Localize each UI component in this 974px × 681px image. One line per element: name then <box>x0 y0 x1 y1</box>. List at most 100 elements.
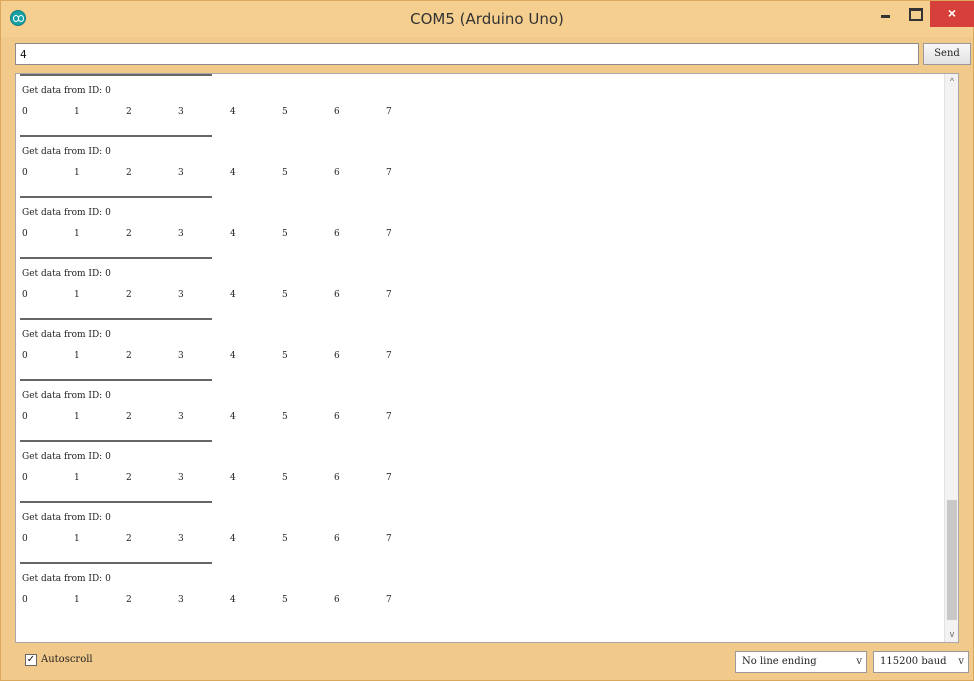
output-value: 7 <box>386 412 392 422</box>
output-header-line: Get data from ID: 0 <box>22 330 111 340</box>
output-value: 3 <box>178 534 184 544</box>
output-value: 1 <box>74 351 80 361</box>
output-block: Get data from ID: 0 0 1 2 3 4 5 6 7 <box>16 562 416 624</box>
output-value: 7 <box>386 107 392 117</box>
output-value: 5 <box>282 229 288 239</box>
scroll-down-icon[interactable]: v <box>947 629 957 639</box>
send-button[interactable]: Send <box>923 43 971 65</box>
output-values-line: 0 1 2 3 4 5 6 7 <box>22 534 438 544</box>
output-value: 1 <box>74 595 80 605</box>
output-value: 3 <box>178 351 184 361</box>
output-value: 1 <box>74 229 80 239</box>
output-block: Get data from ID: 0 0 1 2 3 4 5 6 7 <box>16 379 416 441</box>
output-value: 7 <box>386 229 392 239</box>
chevron-down-icon: v <box>958 656 964 667</box>
output-value: 4 <box>230 473 236 483</box>
output-value: 3 <box>178 595 184 605</box>
baud-rate-select[interactable]: 115200 baud v <box>873 651 969 673</box>
output-value: 1 <box>74 168 80 178</box>
output-value: 6 <box>334 351 340 361</box>
output-value: 0 <box>22 290 28 300</box>
serial-output-area[interactable]: Get data from ID: 0 0 1 2 3 4 5 6 7 Get data from… <box>15 73 959 643</box>
output-value: 7 <box>386 595 392 605</box>
output-value: 0 <box>22 229 28 239</box>
output-header-line: Get data from ID: 0 <box>22 208 111 218</box>
output-values-line: 0 1 2 3 4 5 6 7 <box>22 412 438 422</box>
output-value: 2 <box>126 473 132 483</box>
output-value: 0 <box>22 473 28 483</box>
send-input[interactable] <box>15 43 919 65</box>
serial-output-text: Get data from ID: 0 0 1 2 3 4 5 6 7 Get data from… <box>16 74 946 642</box>
output-values-line: 0 1 2 3 4 5 6 7 <box>22 595 438 605</box>
output-block: Get data from ID: 0 0 1 2 3 4 5 6 7 <box>16 196 416 258</box>
output-value: 6 <box>334 473 340 483</box>
output-value: 7 <box>386 290 392 300</box>
output-header-line: Get data from ID: 0 <box>22 452 111 462</box>
output-value: 5 <box>282 168 288 178</box>
output-value: 2 <box>126 229 132 239</box>
output-value: 4 <box>230 412 236 422</box>
output-value: 7 <box>386 534 392 544</box>
output-block: Get data from ID: 0 0 1 2 3 4 5 6 7 <box>16 135 416 197</box>
output-divider <box>20 74 212 76</box>
title-bar[interactable]: COM5 (Arduino Uno) × <box>1 1 974 37</box>
output-value: 5 <box>282 534 288 544</box>
output-value: 4 <box>230 229 236 239</box>
minimize-button[interactable] <box>872 2 900 26</box>
output-values-line: 0 1 2 3 4 5 6 7 <box>22 229 438 239</box>
output-divider <box>20 135 212 137</box>
output-divider <box>20 440 212 442</box>
output-value: 3 <box>178 168 184 178</box>
output-value: 6 <box>334 168 340 178</box>
output-value: 0 <box>22 168 28 178</box>
line-ending-value: No line ending <box>742 656 817 667</box>
output-value: 6 <box>334 107 340 117</box>
output-value: 7 <box>386 168 392 178</box>
output-value: 0 <box>22 595 28 605</box>
output-value: 2 <box>126 412 132 422</box>
output-value: 1 <box>74 290 80 300</box>
output-value: 2 <box>126 534 132 544</box>
scroll-up-icon[interactable]: ^ <box>947 76 957 86</box>
output-value: 5 <box>282 473 288 483</box>
scroll-thumb[interactable] <box>947 500 957 620</box>
window-title: COM5 (Arduino Uno) <box>410 10 564 28</box>
output-values-line: 0 1 2 3 4 5 6 7 <box>22 107 438 117</box>
output-value: 3 <box>178 229 184 239</box>
output-values-line: 0 1 2 3 4 5 6 7 <box>22 351 438 361</box>
output-value: 6 <box>334 290 340 300</box>
output-value: 2 <box>126 351 132 361</box>
output-divider <box>20 501 212 503</box>
output-value: 4 <box>230 290 236 300</box>
checkbox-check-icon[interactable]: ✓ <box>25 654 37 666</box>
output-value: 1 <box>74 473 80 483</box>
baud-rate-value: 115200 baud <box>880 656 947 667</box>
output-value: 6 <box>334 229 340 239</box>
output-value: 6 <box>334 534 340 544</box>
output-header-line: Get data from ID: 0 <box>22 86 111 96</box>
output-divider <box>20 257 212 259</box>
output-value: 6 <box>334 595 340 605</box>
output-value: 1 <box>74 107 80 117</box>
vertical-scrollbar[interactable]: ^ v <box>944 74 958 642</box>
line-ending-select[interactable]: No line ending v <box>735 651 867 673</box>
send-row: Send <box>11 41 971 67</box>
close-button[interactable]: × <box>930 1 974 27</box>
output-header-line: Get data from ID: 0 <box>22 269 111 279</box>
maximize-button[interactable] <box>901 2 929 26</box>
output-value: 2 <box>126 107 132 117</box>
output-value: 1 <box>74 534 80 544</box>
output-block: Get data from ID: 0 0 1 2 3 4 5 6 7 <box>16 318 416 380</box>
output-value: 3 <box>178 412 184 422</box>
chevron-down-icon: v <box>856 656 862 667</box>
autoscroll-label: Autoscroll <box>41 654 93 665</box>
output-value: 0 <box>22 107 28 117</box>
output-value: 6 <box>334 412 340 422</box>
output-divider <box>20 562 212 564</box>
output-value: 5 <box>282 412 288 422</box>
output-header-line: Get data from ID: 0 <box>22 513 111 523</box>
output-divider <box>20 379 212 381</box>
output-value: 5 <box>282 290 288 300</box>
output-value: 3 <box>178 107 184 117</box>
output-block: Get data from ID: 0 0 1 2 3 4 5 6 7 <box>16 74 416 136</box>
